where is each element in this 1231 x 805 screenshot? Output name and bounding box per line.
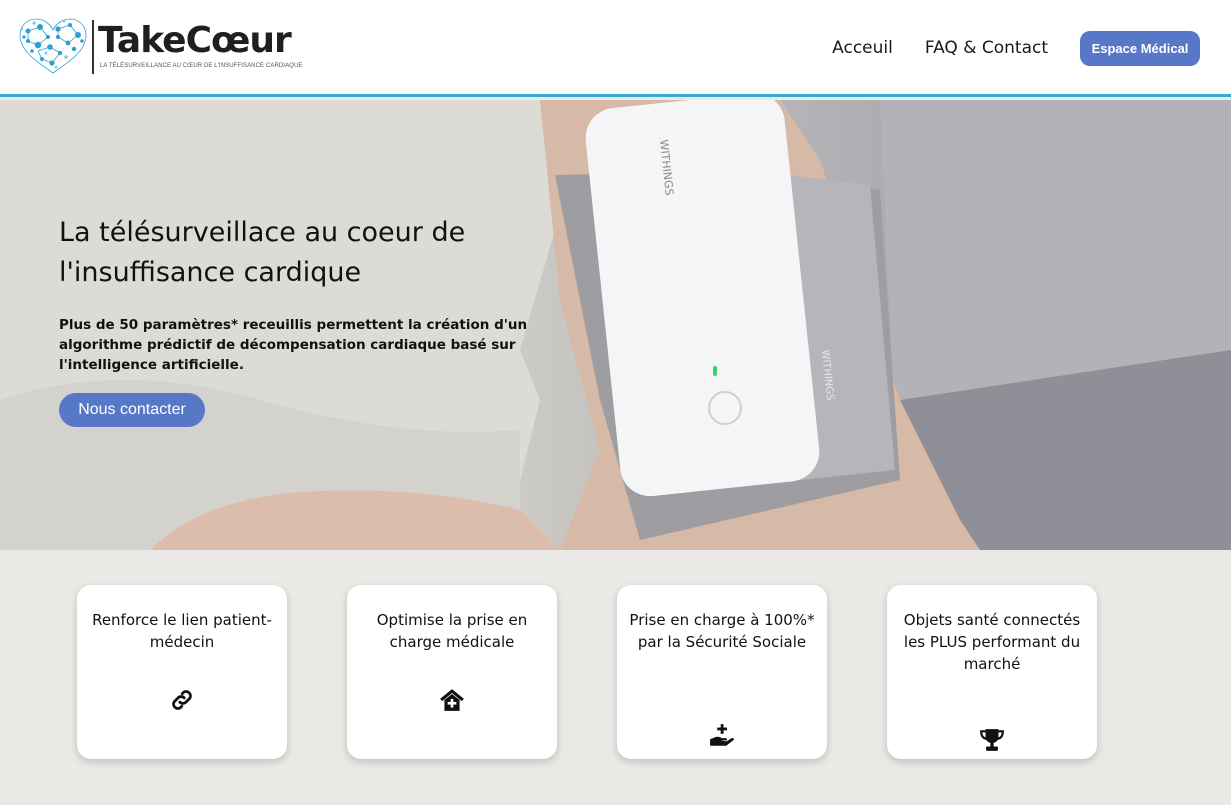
medical-home-icon [440, 689, 464, 711]
main-nav: Acceuil FAQ & Contact Espace Médical [832, 30, 1200, 66]
hero-title-line-2: l'insuffisance cardique [59, 257, 362, 288]
nav-link-acceuil[interactable]: Acceuil [832, 38, 893, 58]
hero-title: La télésurveillace au coeur de l'insuffi… [59, 213, 579, 293]
hero-description: Plus de 50 paramètres* receuillis permet… [59, 317, 528, 373]
brand-tagline: La télésurveillance au cœur de l'insuffi… [100, 63, 303, 69]
feature-card-text: Objets santé connectés les PLUS performa… [903, 611, 1081, 673]
brand-logo[interactable]: TakeCœur La télésurveillance au cœur de … [16, 17, 316, 77]
feature-card-text: Optimise la prise en charge médicale [376, 611, 528, 651]
logo-separator [92, 20, 94, 74]
hero-section: WITHINGS WITHINGS La télésurveillace au … [0, 100, 1231, 550]
heart-network-logo-icon [19, 18, 87, 74]
hero-title-line-1: La télésurveillace au coeur de [59, 217, 466, 248]
trophy-icon [980, 729, 1004, 751]
espace-medical-button[interactable]: Espace Médical [1080, 30, 1200, 66]
nav-link-faq-contact[interactable]: FAQ & Contact [925, 38, 1048, 58]
feature-card-text: Prise en charge à 100%* par la Sécurité … [629, 611, 815, 651]
feature-card-social-security: Prise en charge à 100%* par la Sécurité … [617, 585, 827, 759]
features-section: Renforce le lien patient-médecin Optimis… [0, 550, 1231, 805]
hand-holding-medical-icon [710, 724, 734, 746]
feature-card-medical-care: Optimise la prise en charge médicale [347, 585, 557, 759]
site-header: TakeCœur La télésurveillance au cœur de … [0, 0, 1231, 97]
brand-name: TakeCœur [98, 20, 292, 61]
feature-card-text: Renforce le lien patient-médecin [92, 611, 272, 651]
contact-us-button[interactable]: Nous contacter [59, 393, 205, 427]
link-icon [172, 690, 192, 710]
feature-card-connected-devices: Objets santé connectés les PLUS performa… [887, 585, 1097, 759]
feature-card-patient-link: Renforce le lien patient-médecin [77, 585, 287, 759]
